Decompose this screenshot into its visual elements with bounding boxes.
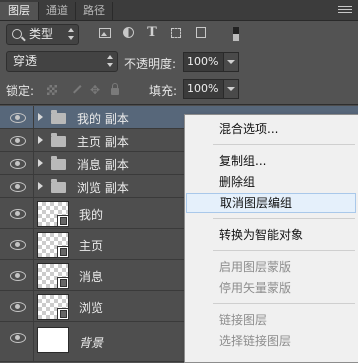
layer-name: 消息 副本 <box>77 158 129 172</box>
panel-tab-bar: 图层 通道 路径 <box>0 0 358 21</box>
pixel-layer-filter-icon[interactable] <box>99 28 111 38</box>
lock-paint-icon[interactable] <box>73 85 83 95</box>
eye-icon[interactable] <box>10 271 26 281</box>
updown-arrow-icon <box>107 55 113 67</box>
folder-icon <box>51 179 66 193</box>
column-divider <box>33 106 34 128</box>
layer-thumbnail <box>37 263 69 289</box>
folder-icon <box>51 133 66 147</box>
fill-input[interactable]: 100% <box>183 79 226 99</box>
menu-separator <box>213 144 355 145</box>
eye-icon[interactable] <box>10 302 26 312</box>
tab-paths[interactable]: 路径 <box>76 2 113 20</box>
menu-separator <box>213 303 355 304</box>
expand-arrow-icon[interactable] <box>38 136 43 144</box>
column-divider <box>33 152 34 174</box>
tab-layers[interactable]: 图层 <box>0 2 39 20</box>
updown-arrow-icon <box>68 28 74 40</box>
menu-item-select-linked-layers[interactable]: 选择链接图层 <box>186 331 356 351</box>
menu-item-delete-group[interactable]: 删除组 <box>186 172 356 192</box>
eye-icon[interactable] <box>10 113 26 123</box>
expand-arrow-icon[interactable] <box>38 159 43 167</box>
filter-kind-select[interactable]: 类型 <box>6 24 79 45</box>
adjustment-layer-filter-icon[interactable] <box>123 27 134 38</box>
column-divider <box>33 229 34 259</box>
layer-name: 浏览 副本 <box>77 181 129 195</box>
eye-icon[interactable] <box>10 182 26 192</box>
layer-name: 主页 副本 <box>77 135 129 149</box>
eye-icon[interactable] <box>10 209 26 219</box>
menu-separator <box>213 218 355 219</box>
folder-icon <box>51 110 66 124</box>
shape-layer-filter-icon[interactable] <box>171 28 181 38</box>
smart-object-icon <box>57 246 69 258</box>
layer-thumbnail <box>37 294 69 320</box>
tab-channels[interactable]: 通道 <box>39 2 76 20</box>
menu-item-disable-vector-mask[interactable]: 停用矢量蒙版 <box>186 278 356 298</box>
menu-item-ungroup-layers[interactable]: 取消图层编组 <box>186 193 356 213</box>
filter-toggle-switch[interactable] <box>232 26 240 42</box>
lock-transparency-icon[interactable] <box>47 85 57 95</box>
lock-label: 锁定: <box>6 84 35 98</box>
layer-thumbnail <box>37 201 69 227</box>
layer-filter-bar: 类型 T <box>0 21 358 48</box>
menu-separator <box>213 250 355 251</box>
column-divider <box>33 175 34 197</box>
lock-position-icon[interactable]: ✥ <box>90 84 100 96</box>
lock-row: 锁定: ✥ 填充: 100% <box>0 77 358 101</box>
search-icon <box>12 29 22 39</box>
smart-object-filter-icon[interactable] <box>196 27 206 38</box>
column-divider <box>33 291 34 321</box>
blend-row: 穿透 不透明度: 100% <box>0 49 358 73</box>
opacity-input[interactable]: 100% <box>183 52 226 72</box>
menu-item-convert-to-smart-object[interactable]: 转换为智能对象 <box>186 225 356 245</box>
menu-item-blending-options[interactable]: 混合选项... <box>186 119 356 139</box>
expand-arrow-icon[interactable] <box>38 182 43 190</box>
eye-icon[interactable] <box>10 159 26 169</box>
opacity-label: 不透明度: <box>124 57 177 71</box>
layer-context-menu: 混合选项... 复制组... 删除组 取消图层编组 转换为智能对象 启用图层蒙版… <box>184 114 358 363</box>
panel-menu-icon[interactable] <box>338 4 352 16</box>
smart-object-icon <box>57 215 69 227</box>
filter-kind-label: 类型 <box>29 27 54 41</box>
smart-object-icon <box>57 277 69 289</box>
fill-label: 填充: <box>149 84 178 98</box>
column-divider <box>33 260 34 290</box>
column-divider <box>33 322 34 361</box>
opacity-dropdown-button[interactable] <box>223 52 239 72</box>
menu-item-enable-layer-mask[interactable]: 启用图层蒙版 <box>186 257 356 277</box>
menu-item-duplicate-group[interactable]: 复制组... <box>186 151 356 171</box>
fill-dropdown-button[interactable] <box>223 79 239 99</box>
layer-name: 浏览 <box>79 301 104 315</box>
column-divider <box>33 198 34 228</box>
blend-mode-label: 穿透 <box>13 54 38 68</box>
layer-name: 背景 <box>79 336 104 350</box>
expand-arrow-icon[interactable] <box>38 113 43 121</box>
text-layer-filter-icon[interactable]: T <box>146 26 158 39</box>
layer-name: 我的 副本 <box>77 112 129 126</box>
layer-name: 主页 <box>79 239 104 253</box>
layer-name: 我的 <box>79 208 104 222</box>
lock-all-icon[interactable] <box>111 83 119 95</box>
column-divider <box>33 129 34 151</box>
smart-object-icon <box>57 308 69 320</box>
eye-icon[interactable] <box>10 240 26 250</box>
layer-thumbnail <box>37 327 69 353</box>
layer-name: 消息 <box>79 270 104 284</box>
eye-icon[interactable] <box>10 333 26 343</box>
eye-icon[interactable] <box>10 136 26 146</box>
blend-mode-select[interactable]: 穿透 <box>6 51 118 72</box>
menu-item-link-layers[interactable]: 链接图层 <box>186 310 356 330</box>
layer-thumbnail <box>37 232 69 258</box>
folder-icon <box>51 156 66 170</box>
